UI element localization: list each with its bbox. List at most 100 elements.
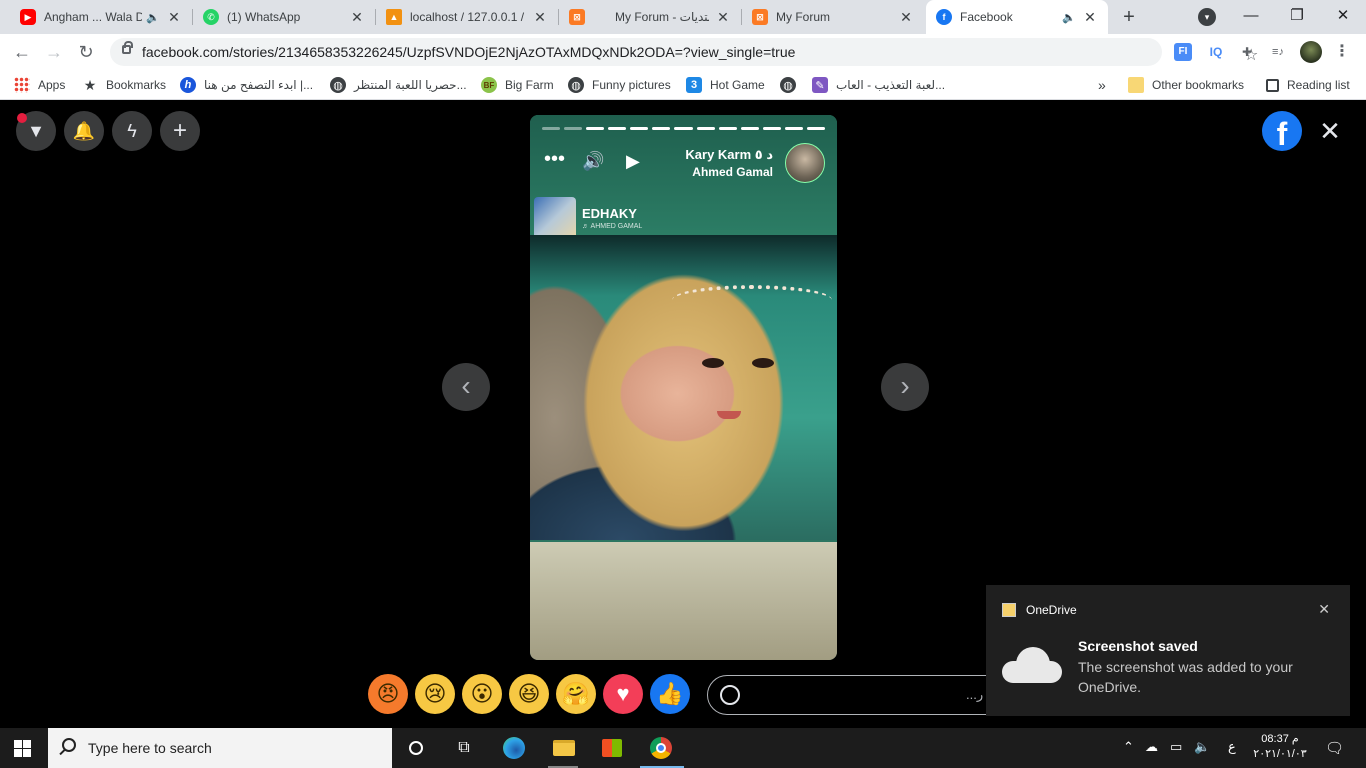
address-bar[interactable]: facebook.com/stories/2134658353226245/Uz… [110,38,1258,66]
bookmark-reading-list[interactable]: Reading list [1266,76,1350,94]
minimize-button[interactable]: — [1228,4,1274,28]
like-reaction[interactable]: 👍 [650,674,690,714]
toast-app-name: OneDrive [1026,603,1077,617]
notifications-bell-icon[interactable]: 🔔 [64,111,104,151]
sticker-icon[interactable] [720,685,740,705]
tab-search-icon[interactable]: ▾ [1198,8,1216,26]
new-tab-button[interactable]: + [1118,6,1140,28]
bookmark-hot-game[interactable]: 3 Hot Game [686,76,765,94]
tab-my-forum-arabic[interactable]: ⊠ My Forum - منتديات ✕ [559,0,741,34]
angry-reaction[interactable]: 😠 [368,674,408,714]
create-plus-icon[interactable]: + [160,111,200,151]
next-story-chevron-icon[interactable]: › [881,363,929,411]
network-icon[interactable]: ▭ [1170,739,1182,755]
bookmark-apps[interactable]: Apps [14,76,65,94]
story-author[interactable]: Kary Karm د ٥ Ahmed Gamal [685,147,773,179]
volume-icon[interactable]: 🔊 [582,151,604,172]
action-center-icon[interactable]: 🗨 [1325,739,1344,757]
author-name[interactable]: Kary Karm د ٥ [685,147,773,163]
windows-start-icon[interactable] [14,740,31,757]
toast-heading: Screenshot saved [1078,638,1198,654]
tab-youtube[interactable]: ▶ Angham ... Wala D 🔈 ✕ [10,0,192,34]
tab-close-icon[interactable]: ✕ [898,9,914,26]
messenger-icon[interactable]: ϟ [112,111,152,151]
facebook-logo-icon[interactable]: f [1262,111,1302,152]
toast-close-icon[interactable]: ✕ [1318,601,1330,618]
tab-title: Facebook [960,10,1013,24]
previous-story-chevron-icon[interactable]: ‹ [442,363,490,411]
bookmark-other[interactable]: Other bookmarks [1128,76,1244,94]
bookmark-game-exclusive[interactable]: ◍ حصريا اللعبة المنتظر... [330,76,467,94]
story-photo [530,235,837,540]
onedrive-toast[interactable]: OneDrive ✕ Screenshot saved The screensh… [986,585,1350,716]
volume-tray-icon[interactable]: 🔈 [1194,739,1210,755]
clock[interactable]: 08:37 م ٢٠٢١/٠١/٠٣ [1252,732,1308,762]
notification-dot [17,113,27,123]
taskbar-search[interactable]: Type here to search [48,728,392,768]
tab-close-icon[interactable]: ✕ [349,9,365,26]
bookmarks-more-icon[interactable]: » [1098,76,1106,94]
story-card[interactable]: ••• 🔊 ▶ Kary Karm د ٥ Ahmed Gamal EDHAKY… [530,115,837,660]
forward-arrow-icon[interactable]: → [42,40,66,64]
speaker-icon[interactable]: 🔈 [146,11,160,24]
play-icon[interactable]: ▶ [626,151,640,172]
tab-whatsapp[interactable]: ✆ (1) WhatsApp ✕ [193,0,375,34]
game-icon: 3 [686,77,702,93]
more-options-icon[interactable]: ••• [544,148,565,171]
bookmark-big-farm[interactable]: BF Big Farm [481,76,554,94]
reload-icon[interactable]: ↻ [74,40,98,64]
progress-segment [696,127,715,130]
bookmark-h-site[interactable]: h ابدء التصفح من هنا |... [180,76,313,94]
close-window-button[interactable]: ✕ [1320,4,1366,28]
onedrive-tray-icon[interactable]: ☁ [1145,739,1158,755]
reply-input[interactable]: ...ر [707,675,1007,715]
author-avatar[interactable] [785,143,825,183]
wow-reaction[interactable]: 😮 [462,674,502,714]
music-sticker[interactable]: EDHAKY ♬ AHMED GAMAL [534,197,642,239]
iq-extension-icon[interactable]: IQ [1205,43,1227,61]
tab-phpmyadmin[interactable]: ▲ localhost / 127.0.0.1 / ✕ [376,0,558,34]
url-text[interactable]: facebook.com/stories/2134658353226245/Uz… [142,44,795,60]
profile-avatar[interactable] [1300,41,1322,63]
browser-toolbar: ← → ↻ facebook.com/stories/2134658353226… [0,34,1366,70]
bookmark-funny-pictures[interactable]: ◍ Funny pictures [568,76,671,94]
close-story-icon[interactable]: ✕ [1318,117,1342,145]
fi-extension-icon[interactable]: FI [1174,43,1192,61]
bookmark-bookmarks[interactable]: ★ Bookmarks [82,76,166,94]
clock-time: 08:37 م [1261,733,1299,745]
bookmark-label: Other bookmarks [1152,78,1245,92]
task-view-icon[interactable]: ⧉ [452,736,476,760]
left-eye [702,358,724,368]
file-explorer-icon[interactable] [552,736,576,760]
chrome-icon[interactable] [649,736,673,760]
input-language[interactable]: ع [1228,739,1236,755]
edge-icon[interactable] [502,736,526,760]
globe-icon: ◍ [780,77,796,93]
tab-title: Angham ... Wala D [44,10,143,24]
tab-close-icon[interactable]: ✕ [532,9,548,26]
puzzle-extensions-icon[interactable]: ✚ [1238,43,1256,61]
chrome-menu-icon[interactable]: ⋮ [1334,43,1350,61]
tab-close-icon[interactable]: ✕ [1082,9,1098,26]
tab-close-icon[interactable]: ✕ [715,9,731,26]
sad-reaction[interactable]: 😢 [415,674,455,714]
bookmark-globe[interactable]: ◍ [780,76,804,94]
progress-segment [740,127,759,130]
bookmark-torture-game[interactable]: ✎ لعبة التعذيب - العاب... [812,76,945,94]
haha-reaction[interactable]: 😆 [509,674,549,714]
tab-my-forum[interactable]: ⊠ My Forum ✕ [742,0,924,34]
cortana-icon[interactable] [404,736,428,760]
restore-button[interactable]: ❐ [1274,4,1320,28]
care-reaction[interactable]: 🤗 [556,674,596,714]
show-hidden-icons[interactable]: ⌃ [1123,739,1134,755]
lock-icon[interactable] [122,41,133,54]
love-reaction[interactable]: ♥ [603,674,643,714]
speaker-icon[interactable]: 🔈 [1062,11,1076,24]
back-arrow-icon[interactable]: ← [10,40,34,64]
microsoft-store-icon[interactable] [600,736,624,760]
reaction-bar: 😠 😢 😮 😆 🤗 ♥ 👍 [368,674,690,714]
tab-close-icon[interactable]: ✕ [166,9,182,26]
media-control-icon[interactable]: ≡♪ [1268,43,1288,61]
tab-strip: ▶ Angham ... Wala D 🔈 ✕ ✆ (1) WhatsApp ✕… [0,0,1366,34]
tab-facebook[interactable]: f Facebook 🔈 ✕ [926,0,1108,34]
